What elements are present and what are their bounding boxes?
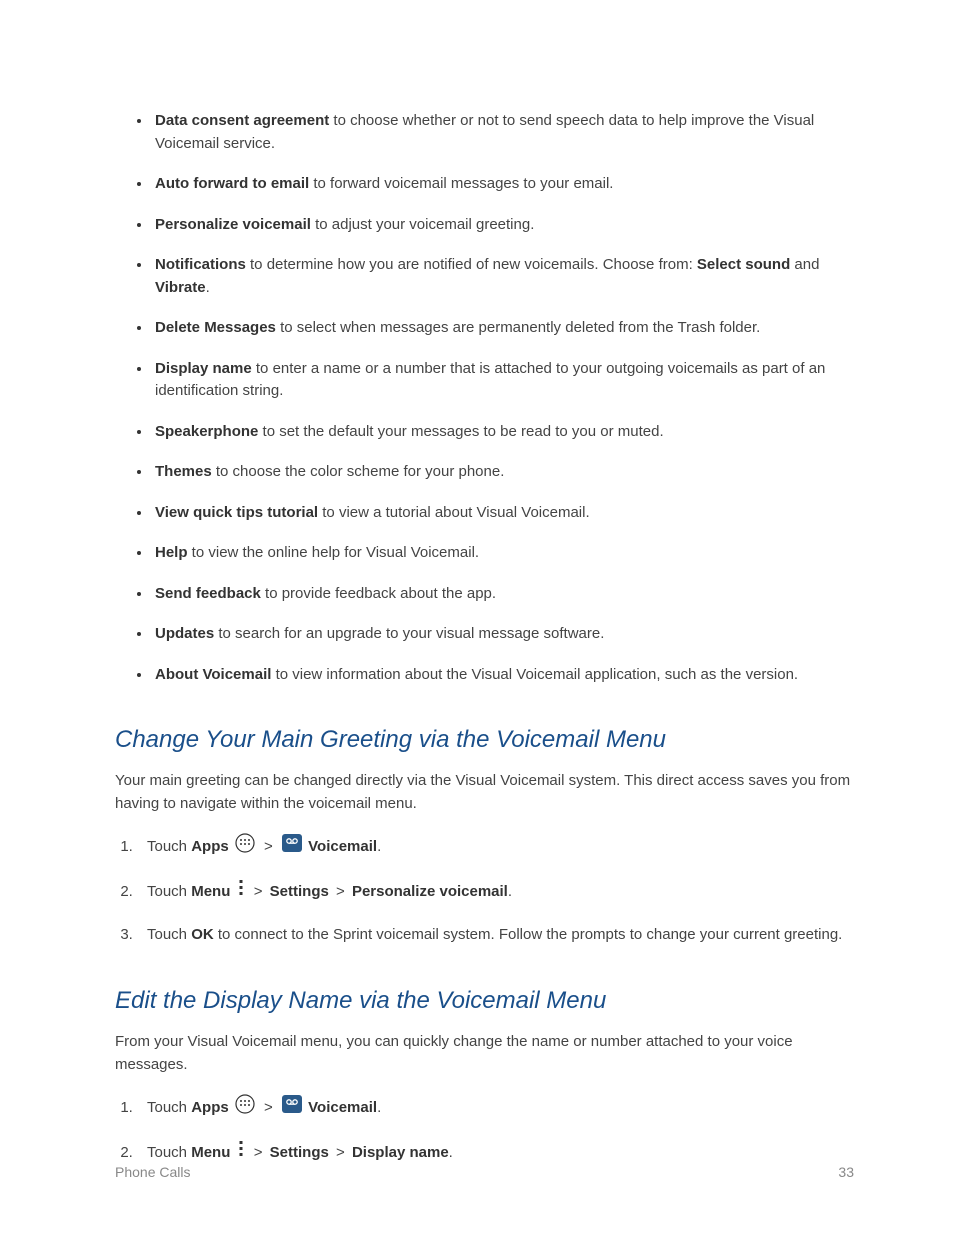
- steps-list-edit-display-name: Touch Apps > Voicemail. Touch Menu > Set…: [115, 1094, 854, 1166]
- list-item: Updates to search for an upgrade to your…: [155, 623, 854, 646]
- step-item: Touch Apps > Voicemail.: [137, 1094, 854, 1122]
- list-item: Speakerphone to set the default your mes…: [155, 421, 854, 444]
- section-heading-edit-display-name: Edit the Display Name via the Voicemail …: [115, 987, 854, 1015]
- item-text: to view the online help for Visual Voice…: [188, 544, 480, 561]
- item-label: Personalize voicemail: [155, 216, 311, 233]
- item-label: Delete Messages: [155, 319, 276, 336]
- list-item: Auto forward to email to forward voicema…: [155, 173, 854, 196]
- list-item: About Voicemail to view information abou…: [155, 664, 854, 687]
- item-mid: and: [790, 256, 819, 273]
- ok-label: OK: [191, 926, 214, 943]
- personalize-label: Personalize voicemail: [352, 883, 508, 900]
- item-text: to forward voicemail messages to your em…: [309, 175, 613, 192]
- item-text: to enter a name or a number that is atta…: [155, 360, 825, 400]
- item-tail: .: [206, 279, 210, 296]
- step-tail: to connect to the Sprint voicemail syste…: [214, 926, 843, 943]
- section-intro: Your main greeting can be changed direct…: [115, 770, 854, 815]
- item-text: to provide feedback about the app.: [261, 585, 496, 602]
- list-item: Notifications to determine how you are n…: [155, 254, 854, 299]
- step-text: Touch: [147, 883, 191, 900]
- step-item: Touch Apps > Voicemail.: [137, 833, 854, 861]
- footer-section-title: Phone Calls: [115, 1164, 191, 1180]
- item-label: Speakerphone: [155, 423, 258, 440]
- period: .: [377, 1099, 381, 1116]
- item-text: to select when messages are permanently …: [276, 319, 760, 336]
- item-option-2: Vibrate: [155, 279, 206, 296]
- item-option-1: Select sound: [697, 256, 790, 273]
- step-item: Touch Menu > Settings > Personalize voic…: [137, 879, 854, 905]
- voicemail-icon: [282, 834, 302, 860]
- step-item: Touch Menu > Settings > Display name.: [137, 1140, 854, 1166]
- menu-overflow-icon: [237, 879, 245, 905]
- list-item: Personalize voicemail to adjust your voi…: [155, 214, 854, 237]
- item-label: Data consent agreement: [155, 112, 329, 129]
- apps-label: Apps: [191, 1099, 229, 1116]
- list-item: Data consent agreement to choose whether…: [155, 110, 854, 155]
- list-item: Delete Messages to select when messages …: [155, 317, 854, 340]
- chevron-right: >: [260, 1099, 277, 1116]
- menu-overflow-icon: [237, 1140, 245, 1166]
- item-label: About Voicemail: [155, 666, 271, 683]
- step-text: Touch: [147, 1099, 191, 1116]
- item-label: Auto forward to email: [155, 175, 309, 192]
- apps-icon: [235, 1094, 255, 1122]
- item-label: Display name: [155, 360, 252, 377]
- steps-list-change-greeting: Touch Apps > Voicemail. Touch Menu > Set…: [115, 833, 854, 947]
- item-text: to adjust your voicemail greeting.: [311, 216, 534, 233]
- menu-label: Menu: [191, 883, 230, 900]
- item-label: Themes: [155, 463, 212, 480]
- list-item: View quick tips tutorial to view a tutor…: [155, 502, 854, 525]
- step-text: Touch: [147, 1144, 191, 1161]
- list-item: Help to view the online help for Visual …: [155, 542, 854, 565]
- item-text: to search for an upgrade to your visual …: [214, 625, 604, 642]
- item-text: to choose the color scheme for your phon…: [212, 463, 505, 480]
- page-footer: Phone Calls 33: [115, 1164, 854, 1180]
- step-text: Touch: [147, 838, 191, 855]
- item-text: to determine how you are notified of new…: [246, 256, 697, 273]
- step-item: Touch OK to connect to the Sprint voicem…: [137, 923, 854, 947]
- period: .: [449, 1144, 453, 1161]
- voicemail-icon: [282, 1095, 302, 1121]
- step-text: Touch: [147, 926, 191, 943]
- settings-bullet-list: Data consent agreement to choose whether…: [115, 110, 854, 686]
- menu-label: Menu: [191, 1144, 230, 1161]
- item-label: View quick tips tutorial: [155, 504, 318, 521]
- list-item: Display name to enter a name or a number…: [155, 358, 854, 403]
- display-name-label: Display name: [352, 1144, 449, 1161]
- section-heading-change-greeting: Change Your Main Greeting via the Voicem…: [115, 726, 854, 754]
- item-label: Help: [155, 544, 188, 561]
- chevron-right: >: [250, 1144, 267, 1161]
- footer-page-number: 33: [838, 1164, 854, 1180]
- section-intro: From your Visual Voicemail menu, you can…: [115, 1031, 854, 1076]
- period: .: [377, 838, 381, 855]
- apps-icon: [235, 833, 255, 861]
- chevron-right: >: [332, 1144, 349, 1161]
- item-text: to view a tutorial about Visual Voicemai…: [318, 504, 590, 521]
- settings-label: Settings: [270, 1144, 329, 1161]
- voicemail-label: Voicemail: [304, 838, 377, 855]
- settings-label: Settings: [270, 883, 333, 900]
- item-label: Send feedback: [155, 585, 261, 602]
- voicemail-label: Voicemail: [304, 1099, 377, 1116]
- chevron-right: >: [250, 883, 267, 900]
- chevron-right: >: [260, 838, 277, 855]
- item-text: to view information about the Visual Voi…: [271, 666, 798, 683]
- item-text: to set the default your messages to be r…: [258, 423, 663, 440]
- list-item: Themes to choose the color scheme for yo…: [155, 461, 854, 484]
- chevron-right: >: [336, 883, 349, 900]
- document-page: Data consent agreement to choose whether…: [0, 0, 954, 1235]
- item-label: Notifications: [155, 256, 246, 273]
- list-item: Send feedback to provide feedback about …: [155, 583, 854, 606]
- period: .: [508, 883, 512, 900]
- apps-label: Apps: [191, 838, 229, 855]
- item-label: Updates: [155, 625, 214, 642]
